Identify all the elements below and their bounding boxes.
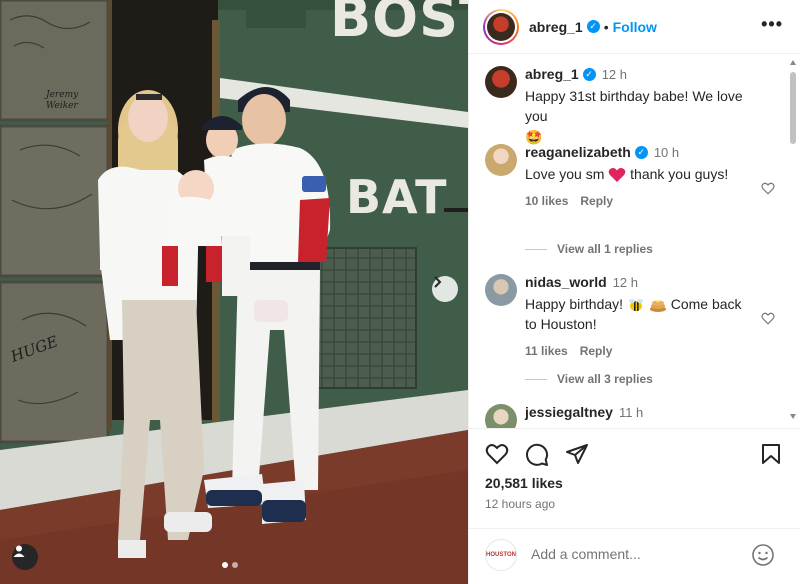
current-user-avatar: HOUSTON [485,539,517,571]
comment-avatar[interactable] [485,404,517,428]
comment-username[interactable]: jessiegaltney [525,404,613,420]
save-bookmark-icon[interactable] [761,443,781,465]
comment-meta: 11 likes Reply [525,344,747,358]
scroll-down-arrow-icon[interactable] [790,414,796,419]
wall-text-bat: BAT [346,170,448,224]
tagged-users-button[interactable] [12,544,38,570]
view-replies-label: View all 3 replies [557,372,653,386]
user-icon [13,545,25,557]
wall-text-boston: BOSTO [330,0,468,49]
comment-time[interactable]: 10 h [654,145,679,160]
more-options-icon[interactable]: ••• [761,14,783,35]
add-comment-bar: HOUSTON [469,528,800,584]
scroll-up-arrow-icon[interactable] [790,60,796,65]
reply-button[interactable]: Reply [580,194,613,208]
comment-text-part: thank you guys! [630,166,729,182]
verified-badge-icon: ✓ [634,146,648,160]
post-photo: BOSTO BAT Jeremy Weiker HUGE [0,0,468,584]
comment-username[interactable]: nidas_world [525,274,607,290]
comment-time[interactable]: 12 h [602,67,627,82]
avatar-logo-text: HOUSTON [486,552,516,558]
chevron-right-icon [434,276,442,288]
comment-text: Love you sm thank you guys! [525,164,747,184]
likes-count[interactable]: 20,581 likes [485,475,563,491]
comment-likes[interactable]: 10 likes [525,194,568,208]
bee-emoji-icon [628,299,643,312]
carousel-dot [222,562,228,568]
post-timestamp[interactable]: 12 hours ago [485,497,555,511]
separator-dot: • [603,18,609,35]
photo-illustration [0,0,468,584]
pancakes-emoji-icon [649,300,666,313]
comment-text: Happy birthday! Come back to Houston! [525,294,747,334]
scrollbar-thumb[interactable] [790,72,796,144]
author-username[interactable]: abreg_1 [529,19,583,35]
carousel-next-button[interactable] [432,276,458,302]
verified-badge-icon: ✓ [582,68,596,82]
comment-avatar[interactable] [485,66,517,98]
comment-avatar[interactable] [485,274,517,306]
post-sidebar: abreg_1 ✓ • Follow ••• abreg_1 ✓ 12 h Happ… [468,0,800,584]
like-comment-heart-icon[interactable] [761,182,775,195]
comment-bubble-icon[interactable] [525,443,549,467]
comment-time[interactable]: 11 h [619,405,643,420]
comment-likes[interactable]: 11 likes [525,344,568,358]
view-replies-button[interactable]: View all 1 replies [525,242,653,256]
follow-button[interactable]: Follow [613,19,657,35]
verified-badge-icon: ✓ [586,20,600,33]
comments-list: abreg_1 ✓ 12 h Happy 31st birthday babe! W… [469,54,800,428]
comment-text: Happy 31st birthday babe! We love you 🤩 [525,86,747,147]
post-actions: 20,581 likes 12 hours ago [469,428,800,528]
comment-text-part: Happy birthday! [525,296,624,312]
emoji-picker-icon[interactable] [751,543,775,567]
reply-button[interactable]: Reply [580,344,613,358]
comment-meta: 10 likes Reply [525,194,747,208]
red-heart-emoji-icon [608,168,626,183]
comment-username[interactable]: abreg_1 [525,66,579,82]
comment-text-part: Love you sm [525,166,605,182]
view-replies-button[interactable]: View all 3 replies [525,372,653,386]
comment-time[interactable]: 12 h [613,275,638,290]
carousel-indicator [222,562,238,568]
share-send-icon[interactable] [565,443,589,465]
instagram-post-dialog: BOSTO BAT Jeremy Weiker HUGE abreg_1 ✓ •… [0,0,800,584]
view-replies-label: View all 1 replies [557,242,653,256]
carousel-dot [232,562,238,568]
graffiti-jeremy: Jeremy Weiker [46,90,79,111]
like-heart-icon[interactable] [485,443,509,465]
add-comment-input[interactable] [529,545,733,563]
author-avatar[interactable] [483,8,519,45]
comment-username[interactable]: reaganelizabeth [525,144,631,160]
comment-text-content: Happy 31st birthday babe! We love you [525,88,743,124]
post-header: abreg_1 ✓ • Follow ••• [469,0,800,54]
like-comment-heart-icon[interactable] [761,312,775,325]
comment-avatar[interactable] [485,144,517,176]
